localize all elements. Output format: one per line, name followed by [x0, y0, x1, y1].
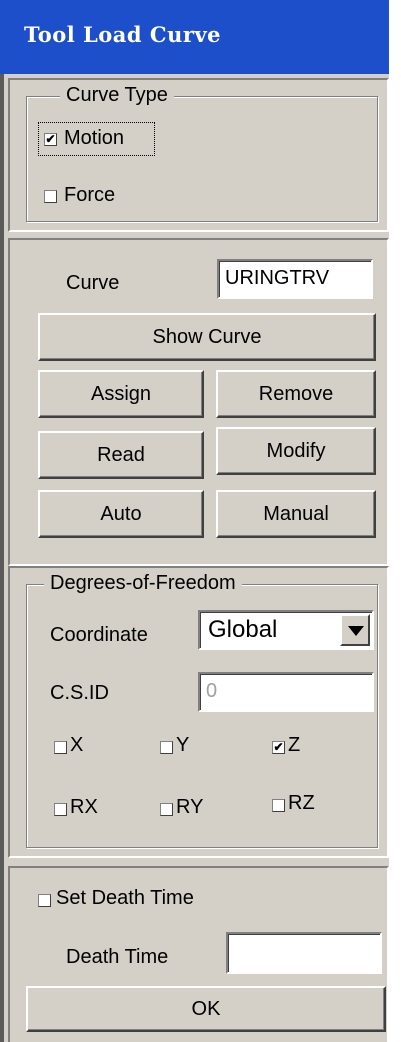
curve-label: Curve — [66, 272, 120, 294]
show-curve-button[interactable]: Show Curve — [38, 313, 376, 361]
read-button[interactable]: Read — [38, 431, 204, 479]
csid-input[interactable]: 0 — [198, 672, 374, 712]
rx-checkbox[interactable] — [54, 803, 67, 816]
coordinate-label: Coordinate — [50, 624, 148, 646]
motion-checkbox[interactable]: ✔ — [44, 133, 57, 146]
z-label: Z — [288, 734, 301, 756]
manual-button[interactable]: Manual — [216, 490, 376, 538]
y-checkbox[interactable] — [160, 741, 173, 754]
modify-button[interactable]: Modify — [216, 427, 376, 475]
assign-button[interactable]: Assign — [38, 370, 204, 418]
set-death-time-checkbox[interactable] — [38, 894, 51, 907]
left-edge — [0, 74, 4, 1042]
dof-panel: Degrees-of-Freedom Coordinate Global C.S… — [8, 566, 389, 858]
ry-label: RY — [176, 796, 204, 818]
right-edge — [389, 0, 401, 1042]
dof-legend: Degrees-of-Freedom — [44, 572, 242, 595]
y-label: Y — [176, 734, 190, 756]
z-checkbox[interactable]: ✔ — [272, 741, 285, 754]
force-label: Force — [64, 184, 116, 206]
coordinate-select[interactable]: Global — [198, 610, 374, 650]
title-bar: Tool Load Curve — [0, 0, 401, 74]
curve-panel: Curve URINGTRV Show Curve Assign Remove … — [8, 238, 389, 566]
death-time-label: Death Time — [66, 946, 169, 968]
set-death-time-label: Set Death Time — [56, 887, 194, 909]
rz-checkbox[interactable] — [272, 799, 285, 812]
motion-label: Motion — [64, 127, 125, 149]
csid-label: C.S.ID — [50, 682, 109, 704]
coordinate-value: Global — [208, 616, 278, 643]
check-mark-icon: ✔ — [45, 132, 56, 146]
remove-button[interactable]: Remove — [216, 370, 376, 418]
rx-label: RX — [70, 796, 98, 818]
death-time-panel: Set Death Time Death Time OK — [8, 866, 389, 1042]
force-checkbox[interactable] — [44, 190, 57, 203]
ok-button[interactable]: OK — [26, 986, 386, 1032]
curve-type-legend: Curve Type — [60, 84, 174, 107]
death-time-input[interactable] — [226, 932, 382, 974]
ry-checkbox[interactable] — [160, 803, 173, 816]
x-checkbox[interactable] — [54, 741, 67, 754]
curve-type-panel: Curve Type ✔ Motion Force — [8, 78, 389, 232]
auto-button[interactable]: Auto — [38, 490, 204, 538]
dropdown-button[interactable] — [340, 614, 370, 646]
x-label: X — [70, 734, 84, 756]
check-mark-icon: ✔ — [273, 740, 284, 754]
chevron-down-icon — [348, 626, 364, 636]
window-title: Tool Load Curve — [24, 22, 222, 47]
curve-input[interactable]: URINGTRV — [217, 259, 373, 299]
rz-label: RZ — [288, 792, 315, 814]
